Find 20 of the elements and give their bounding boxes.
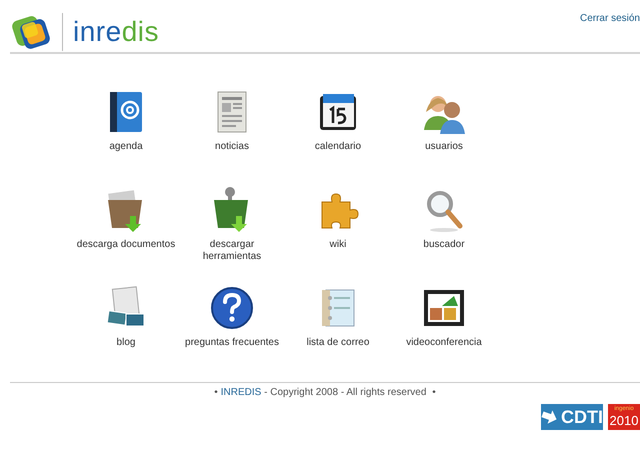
app-link[interactable]: preguntas frecuentes	[185, 337, 279, 349]
app-link[interactable]: usuarios	[425, 141, 463, 153]
inredis-link[interactable]: INREDIS	[220, 387, 262, 398]
logout-link[interactable]: Cerrar sesión	[580, 13, 640, 25]
app-link[interactable]: calendario	[314, 141, 362, 153]
bullet-icon: •	[432, 387, 436, 398]
app-link[interactable]: videoconferencia	[406, 337, 482, 349]
app-link[interactable]: wiki	[330, 239, 346, 251]
copyright-text: - Copyright 2008 - All rights reserved	[263, 387, 428, 398]
app-link[interactable]: noticias	[215, 141, 249, 153]
app-link[interactable]: lista de correo	[306, 337, 370, 349]
app-link[interactable]: blog	[116, 337, 136, 349]
help-icon[interactable]	[208, 284, 256, 332]
app-link[interactable]: agenda	[109, 141, 143, 153]
cdti-logo[interactable]: CDTI	[541, 404, 603, 430]
app-link[interactable]: descarga documentos	[76, 239, 176, 251]
app-link[interactable]: buscador	[423, 239, 465, 251]
logo-wordmark: inredis	[73, 15, 159, 49]
app-link[interactable]: descargar herramientas	[181, 239, 283, 263]
bullet-icon: •	[214, 387, 218, 398]
